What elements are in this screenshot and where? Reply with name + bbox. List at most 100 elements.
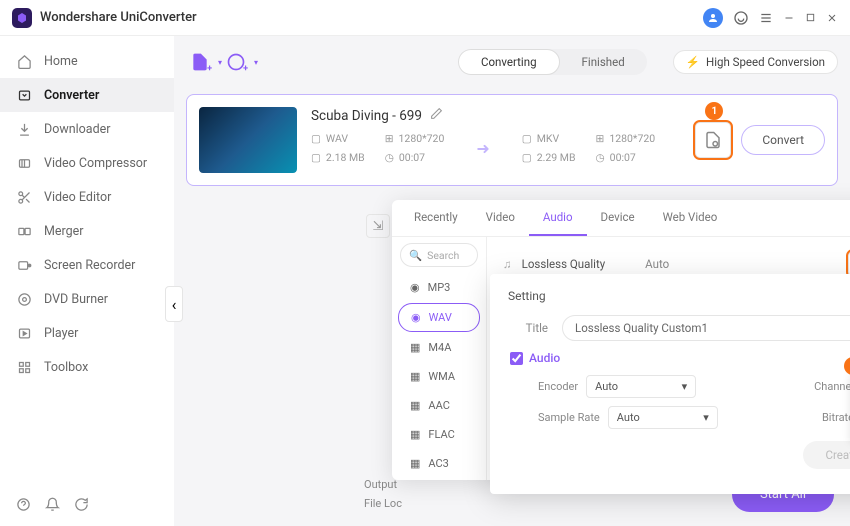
compress-icon: [16, 155, 32, 171]
high-speed-toggle[interactable]: ⚡High Speed Conversion: [673, 50, 838, 74]
titlebar: Wondershare UniConverter: [0, 0, 850, 36]
src-size: 2.18 MB: [326, 151, 365, 164]
clock-icon: ◷: [596, 151, 605, 164]
convert-button[interactable]: Convert: [741, 125, 825, 155]
format-m4a[interactable]: ▦M4A: [398, 334, 480, 361]
sidebar-item-player[interactable]: Player: [0, 316, 174, 350]
sidebar-item-recorder[interactable]: Screen Recorder: [0, 248, 174, 282]
main-panel: +▾ +▾ Converting Finished ⚡High Speed Co…: [174, 36, 850, 526]
sidebar-item-label: Screen Recorder: [44, 258, 135, 273]
edit-title-icon[interactable]: [430, 107, 443, 124]
encoder-select[interactable]: Auto▾: [586, 375, 696, 398]
channel-label: Channel: [814, 380, 850, 393]
bitrate-label: Bitrate: [822, 411, 850, 424]
disc-icon: ◉: [411, 311, 421, 324]
minimize-icon[interactable]: [783, 12, 795, 24]
feedback-icon[interactable]: [74, 497, 89, 516]
audio-icon: ▦: [410, 399, 420, 412]
record-icon: [16, 257, 32, 273]
tab-finished[interactable]: Finished: [560, 49, 647, 75]
fp-tab-recently[interactable]: Recently: [400, 200, 472, 236]
folder-icon: ▢: [311, 151, 321, 164]
sidebar-item-label: DVD Burner: [44, 292, 108, 307]
preset-quality: Auto: [645, 257, 669, 271]
app-title: Wondershare UniConverter: [40, 10, 197, 25]
file-thumbnail[interactable]: [199, 107, 297, 173]
sidebar-item-label: Home: [44, 54, 78, 69]
maximize-icon[interactable]: [805, 12, 816, 23]
clock-icon: ◷: [385, 151, 394, 164]
title-label: Title: [508, 321, 548, 335]
sidebar-item-converter[interactable]: Converter: [0, 78, 174, 112]
convert-icon: [16, 87, 32, 103]
sidebar-item-downloader[interactable]: Downloader: [0, 112, 174, 146]
fp-tab-video[interactable]: Video: [472, 200, 529, 236]
disc-icon: [16, 291, 32, 307]
title-input[interactable]: [562, 315, 850, 341]
preset-name: Lossless Quality: [522, 257, 606, 271]
sidebar-item-home[interactable]: Home: [0, 44, 174, 78]
sidebar-item-dvd[interactable]: DVD Burner: [0, 282, 174, 316]
format-wav[interactable]: ◉WAV: [398, 303, 480, 332]
sidebar-item-toolbox[interactable]: Toolbox: [0, 350, 174, 384]
marker-4: 4: [844, 357, 850, 375]
dst-res: 1280*720: [609, 132, 655, 145]
sidebar-item-label: Merger: [44, 224, 84, 239]
fp-tab-webvideo[interactable]: Web Video: [649, 200, 732, 236]
format-ac3[interactable]: ▦AC3: [398, 450, 480, 477]
fp-tab-audio[interactable]: Audio: [529, 200, 587, 236]
download-icon: [16, 121, 32, 137]
sidebar-item-label: Player: [44, 326, 78, 341]
add-folder-button[interactable]: +▾: [222, 48, 250, 76]
src-res: 1280*720: [399, 132, 445, 145]
format-flac[interactable]: ▦FLAC: [398, 421, 480, 448]
sidebar-item-merger[interactable]: Merger: [0, 214, 174, 248]
music-note-icon: ♫: [503, 257, 512, 271]
account-icon[interactable]: [703, 8, 723, 28]
menu-icon[interactable]: [759, 11, 773, 25]
dst-size: 2.29 MB: [537, 151, 576, 164]
sidebar-item-compressor[interactable]: Video Compressor: [0, 146, 174, 180]
status-tabs: Converting Finished: [458, 49, 647, 75]
format-mp3[interactable]: ◉MP3: [398, 274, 480, 301]
samplerate-select[interactable]: Auto▾: [608, 406, 718, 429]
audio-icon: ▦: [410, 370, 420, 383]
dst-format: MKV: [537, 132, 559, 145]
output-settings-button[interactable]: [695, 122, 731, 158]
add-file-button[interactable]: +▾: [186, 48, 214, 76]
sidebar-item-editor[interactable]: Video Editor: [0, 180, 174, 214]
format-aac[interactable]: ▦AAC: [398, 392, 480, 419]
create-button[interactable]: Create: [803, 441, 850, 469]
folder-icon: ▢: [522, 151, 532, 164]
expand-toggle[interactable]: ⇲: [366, 214, 390, 238]
settings-panel: Setting ✕ Title Audio EncoderAuto▾ 4 Cha…: [490, 274, 850, 494]
format-wma[interactable]: ▦WMA: [398, 363, 480, 390]
help-icon[interactable]: [16, 497, 31, 516]
format-search-input[interactable]: 🔍Search: [400, 243, 478, 267]
app-logo: [12, 8, 32, 28]
folder-icon: ▢: [522, 132, 532, 145]
close-icon[interactable]: [826, 12, 838, 24]
disc-icon: ◉: [410, 281, 420, 294]
fp-tab-device[interactable]: Device: [587, 200, 649, 236]
encoder-label: Encoder: [538, 380, 578, 393]
file-title: Scuba Diving - 699: [311, 108, 422, 124]
samplerate-label: Sample Rate: [538, 411, 600, 424]
tab-converting[interactable]: Converting: [458, 49, 560, 75]
scissors-icon: [16, 189, 32, 205]
audio-icon: ▦: [410, 457, 420, 470]
fileloc-label: File Loc: [364, 497, 402, 510]
sidebar-item-label: Converter: [44, 88, 99, 103]
sidebar-item-label: Video Compressor: [44, 156, 147, 171]
settings-title: Setting: [508, 289, 546, 303]
play-icon: [16, 325, 32, 341]
search-icon: 🔍: [409, 249, 422, 262]
sidebar-item-label: Downloader: [44, 122, 111, 137]
support-icon[interactable]: [733, 10, 749, 26]
notification-icon[interactable]: [45, 497, 60, 516]
dst-dur: 00:07: [610, 151, 636, 164]
audio-checkbox[interactable]: [510, 352, 523, 365]
sidebar-item-label: Video Editor: [44, 190, 111, 205]
src-format: WAV: [326, 132, 348, 145]
file-card: Scuba Diving - 699 ▢WAV ▢2.18 MB ⊞1280*7…: [186, 94, 838, 186]
